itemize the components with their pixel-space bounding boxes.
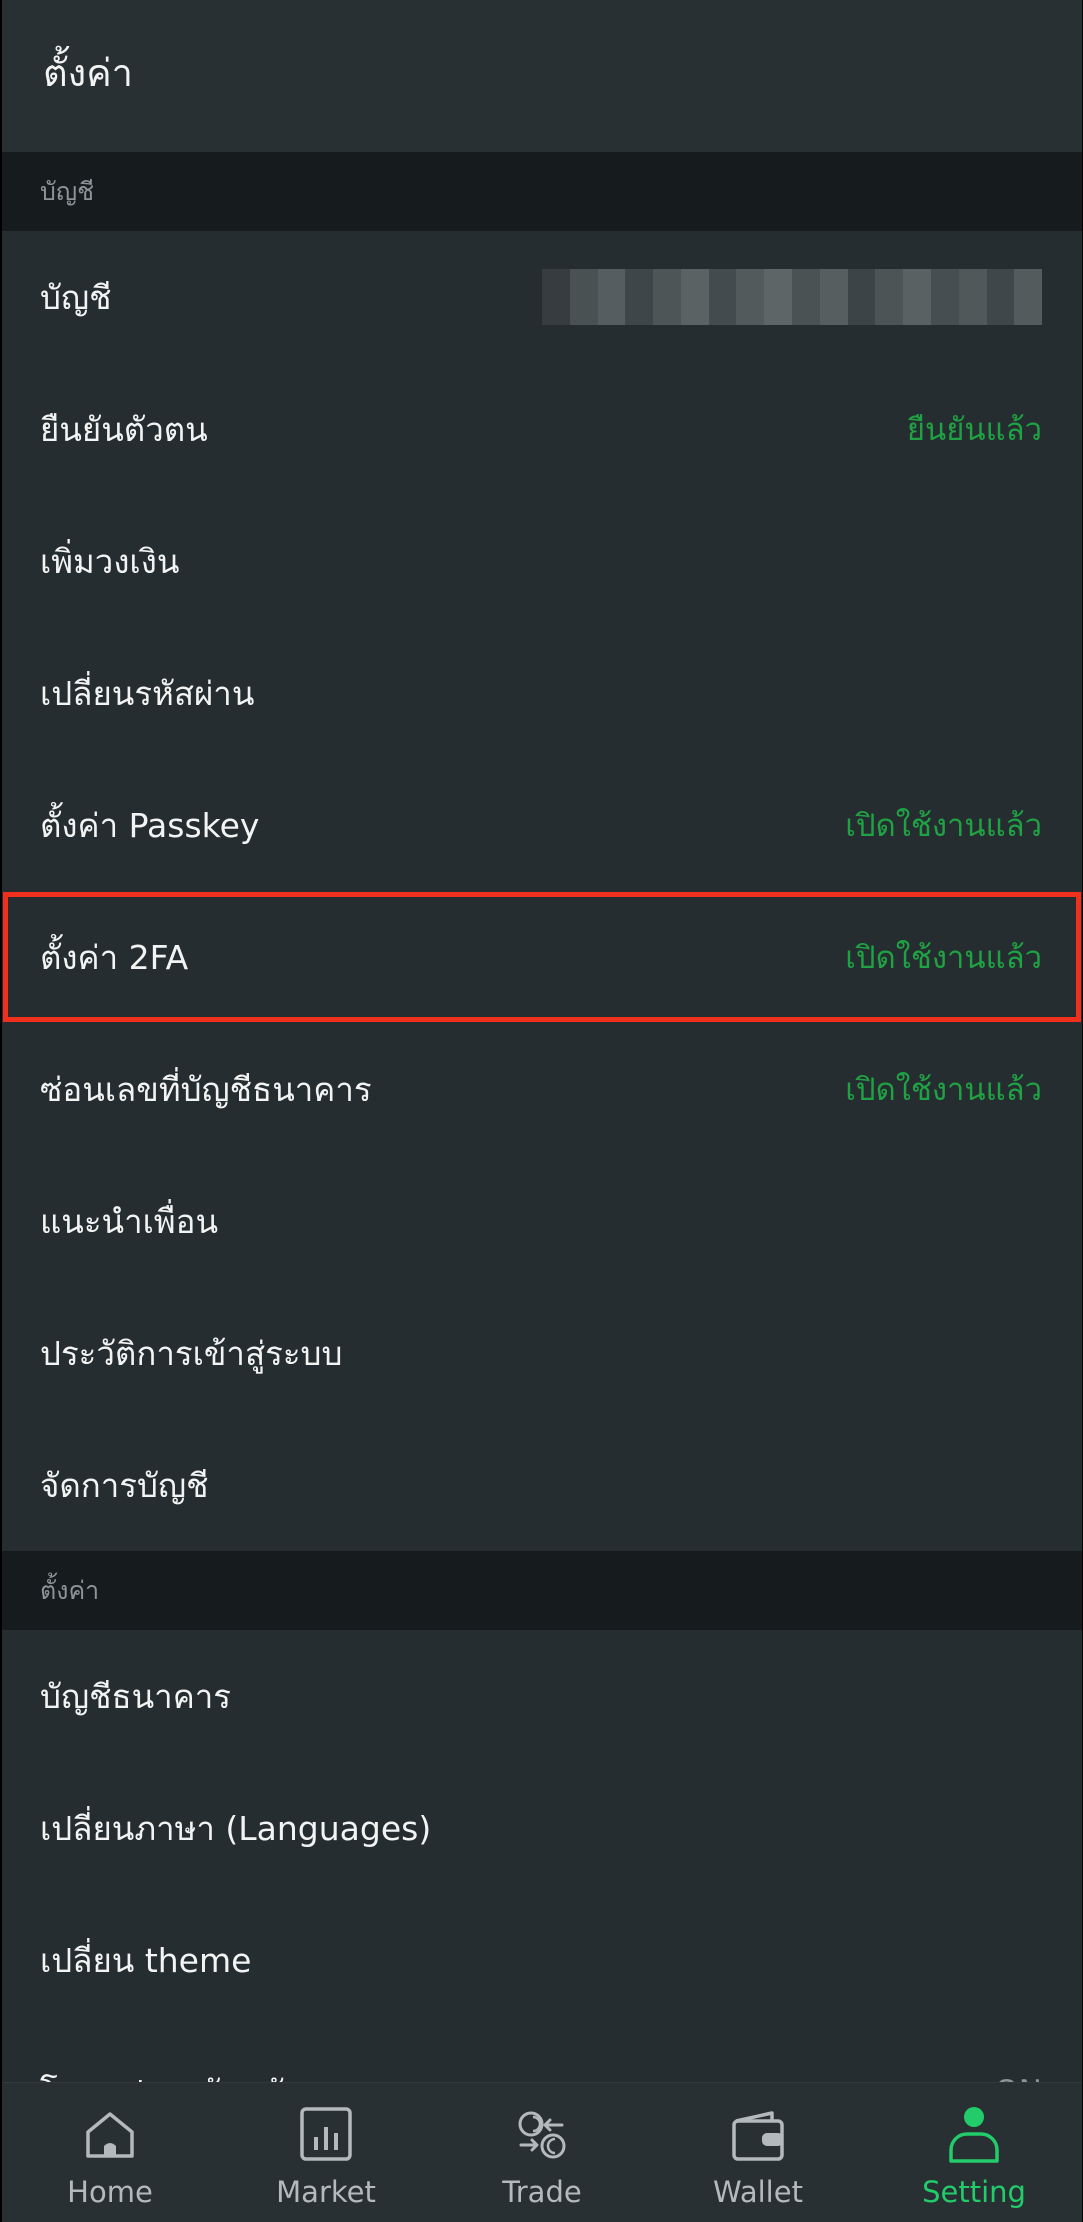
- section-title: ตั้งค่า: [40, 1575, 100, 1605]
- row-increase-limit[interactable]: เพิ่มวงเงิน: [2, 495, 1082, 627]
- status-value: ON: [994, 2074, 1042, 2082]
- section-title: บัญชี: [40, 176, 95, 206]
- row-label: บัญชีธนาคาร: [40, 1676, 232, 1716]
- nav-label: Setting: [922, 2175, 1026, 2209]
- app-header: ตั้งค่า: [2, 0, 1082, 152]
- row-passkey-settings[interactable]: ตั้งค่า Passkey เปิดใช้งานแล้ว: [2, 759, 1082, 891]
- nav-label: Wallet: [713, 2175, 803, 2209]
- settings-list[interactable]: บัญชี บัญชี ยืนยันตัวตน ยืนยันแล้ว เพิ่ม…: [2, 152, 1082, 2082]
- page-title: ตั้งค่า: [43, 50, 133, 95]
- home-icon: [80, 2105, 140, 2169]
- row-label: แนะนำเพื่อน: [40, 1201, 219, 1241]
- nav-label: Market: [276, 2175, 376, 2209]
- nav-item-market[interactable]: Market: [218, 2083, 434, 2222]
- status-value: เปิดใช้งานแล้ว: [845, 1072, 1042, 1108]
- row-label: เปลี่ยนรหัสผ่าน: [40, 673, 255, 713]
- row-label: เพิ่มวงเงิน: [40, 541, 180, 581]
- row-change-language[interactable]: เปลี่ยนภาษา (Languages): [2, 1762, 1082, 1894]
- nav-item-trade[interactable]: Trade: [434, 2083, 650, 2222]
- row-change-theme[interactable]: เปลี่ยน theme: [2, 1894, 1082, 2026]
- section-header-account: บัญชี: [2, 152, 1082, 231]
- redacted-account-value: [542, 269, 1043, 325]
- bottom-navigation: Home Market Trade Wallet Setting: [2, 2082, 1082, 2222]
- row-label: เปลี่ยนภาษา (Languages): [40, 1808, 432, 1848]
- row-label: โหมดประหยัดพลังงาน: [40, 2066, 357, 2083]
- row-change-password[interactable]: เปลี่ยนรหัสผ่าน: [2, 627, 1082, 759]
- status-value: ยืนยันแล้ว: [906, 412, 1042, 448]
- nav-label: Home: [67, 2175, 153, 2209]
- row-label: ซ่อนเลขที่บัญชีธนาคาร: [40, 1069, 372, 1109]
- wallet-icon: [728, 2105, 788, 2169]
- nav-item-home[interactable]: Home: [2, 2083, 218, 2222]
- row-label: บัญชี: [40, 277, 112, 317]
- row-refer-friend[interactable]: แนะนำเพื่อน: [2, 1155, 1082, 1287]
- nav-label: Trade: [502, 2175, 582, 2209]
- row-login-history[interactable]: ประวัติการเข้าสู่ระบบ: [2, 1287, 1082, 1419]
- user-icon: [944, 2105, 1004, 2169]
- row-power-saving-mode[interactable]: โหมดประหยัดพลังงาน ON: [2, 2026, 1082, 2083]
- section-header-settings: ตั้งค่า: [2, 1551, 1082, 1630]
- row-bank-accounts[interactable]: บัญชีธนาคาร: [2, 1630, 1082, 1762]
- chart-icon: [296, 2105, 356, 2169]
- nav-item-wallet[interactable]: Wallet: [650, 2083, 866, 2222]
- row-label: จัดการบัญชี: [40, 1465, 209, 1505]
- row-account[interactable]: บัญชี: [2, 231, 1082, 363]
- row-2fa-settings[interactable]: ตั้งค่า 2FA เปิดใช้งานแล้ว: [2, 891, 1082, 1023]
- row-label: ประวัติการเข้าสู่ระบบ: [40, 1333, 343, 1373]
- row-manage-account[interactable]: จัดการบัญชี: [2, 1419, 1082, 1551]
- row-label: ตั้งค่า Passkey: [40, 805, 260, 845]
- status-value: เปิดใช้งานแล้ว: [845, 940, 1042, 976]
- nav-item-setting[interactable]: Setting: [866, 2083, 1082, 2222]
- exchange-icon: [512, 2105, 572, 2169]
- row-label: ยืนยันตัวตน: [40, 409, 208, 449]
- status-value: เปิดใช้งานแล้ว: [845, 808, 1042, 844]
- settings-screen: ตั้งค่า บัญชี บัญชี ยืนยันตัวตน ยืนยันแล…: [2, 0, 1082, 2222]
- row-identity-verification[interactable]: ยืนยันตัวตน ยืนยันแล้ว: [2, 363, 1082, 495]
- row-label: เปลี่ยน theme: [40, 1940, 252, 1980]
- row-label: ตั้งค่า 2FA: [40, 937, 189, 977]
- row-hide-bank-account-number[interactable]: ซ่อนเลขที่บัญชีธนาคาร เปิดใช้งานแล้ว: [2, 1023, 1082, 1155]
